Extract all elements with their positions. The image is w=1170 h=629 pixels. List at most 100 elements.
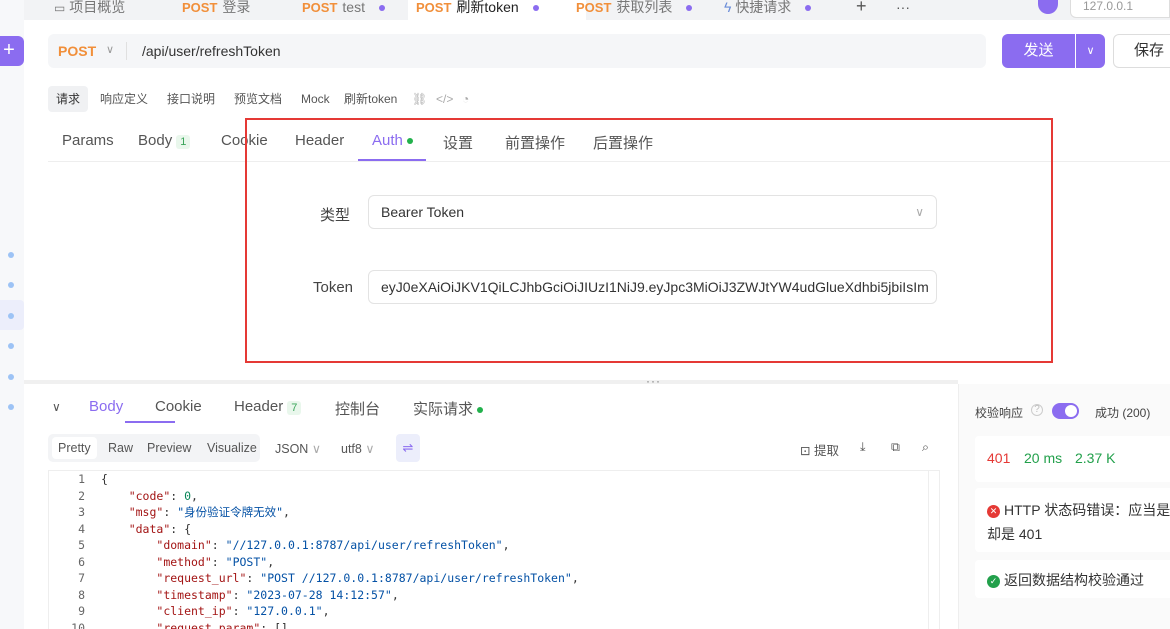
unsaved-dot: [378, 5, 385, 12]
request-tabs: Params Body 1 Cookie Header Auth 设置 前置操作 …: [48, 120, 1170, 162]
response-body-viewer[interactable]: 1 2 3 4 5 6 7 8 9 10 { "code": 0, "msg": "身份验证令牌无…: [48, 470, 940, 629]
encoding-value: utf8: [341, 442, 362, 456]
tab-login[interactable]: POST 登录: [182, 0, 294, 20]
tab-label: 刷新token: [456, 0, 519, 15]
method-select[interactable]: POST: [58, 43, 96, 59]
wrap-lines-button[interactable]: ⇌: [396, 434, 420, 462]
rail-dot[interactable]: [8, 404, 14, 410]
line-number: 9: [78, 604, 85, 618]
format-visualize[interactable]: Visualize: [207, 441, 257, 455]
drag-handle-icon[interactable]: ···: [646, 374, 661, 388]
rail-dot[interactable]: [8, 343, 14, 349]
validate-toggle[interactable]: [1052, 403, 1079, 419]
tab-test[interactable]: POST test: [302, 0, 414, 20]
tab-params[interactable]: Params: [62, 132, 114, 149]
tab-method: POST: [576, 0, 612, 15]
resp-tab-console[interactable]: 控制台: [335, 398, 380, 419]
encoding-select[interactable]: utf8 ∨: [341, 441, 375, 456]
subtab-preview-doc[interactable]: 预览文档: [234, 86, 282, 112]
more-tabs-button[interactable]: ···: [896, 0, 920, 20]
environment-selector[interactable]: 127.0.0.1: [1070, 0, 1170, 18]
line-number: 10: [71, 620, 85, 629]
tab-refresh-token[interactable]: POST 刷新token: [408, 0, 586, 20]
response-time: 20 ms: [1024, 450, 1063, 466]
format-pretty[interactable]: Pretty: [52, 437, 97, 459]
tab-method: POST: [416, 0, 452, 15]
language-select[interactable]: JSON ∨: [275, 441, 321, 456]
resp-tab-header[interactable]: Header 7: [234, 398, 302, 415]
panel-splitter[interactable]: [24, 380, 958, 384]
extract-button[interactable]: ⊡ 提取: [800, 440, 839, 459]
format-bar: Pretty Raw Preview Visualize JSON ∨ utf8…: [48, 434, 948, 462]
chevron-down-icon: ∨: [365, 442, 375, 456]
tab-header[interactable]: Header: [295, 132, 344, 149]
line-number: 7: [78, 571, 85, 585]
resp-tab-body[interactable]: Body: [89, 398, 123, 415]
send-options-chevron-icon[interactable]: ∨: [1076, 34, 1105, 68]
active-dot: [477, 407, 484, 414]
token-input[interactable]: eyJ0eXAiOiJKV1QiLCJhbGciOiJIUzI1NiJ9.eyJ…: [368, 270, 937, 304]
view-mode-group: Pretty Raw Preview Visualize: [48, 434, 260, 462]
download-icon[interactable]: ⤓: [860, 440, 866, 455]
url-bar: POST ∨ /api/user/refreshToken: [48, 34, 986, 68]
new-tab-button[interactable]: +: [856, 0, 872, 20]
active-tab-indicator: [358, 159, 426, 161]
save-button[interactable]: 保存: [1113, 34, 1170, 68]
expected-status-select[interactable]: 成功 (200): [1095, 404, 1150, 421]
status-error-card: ✕ HTTP 状态码错误：应当是 却是 401: [975, 488, 1170, 552]
lightning-icon: ϟ: [724, 0, 732, 15]
send-button[interactable]: 发送: [1002, 34, 1075, 68]
auth-type-select[interactable]: Bearer Token ∨: [368, 195, 937, 229]
response-size: 2.37 K: [1075, 450, 1116, 466]
rail-dot[interactable]: [8, 374, 14, 380]
line-number: 8: [78, 587, 85, 602]
subtab-request[interactable]: 请求: [48, 86, 89, 112]
code-line: "msg": "身份验证令牌无效",: [128, 505, 290, 519]
code-line: "client_ip": "127.0.0.1",: [156, 604, 330, 618]
tab-label: Header: [234, 398, 284, 415]
code-line: "code": 0,: [128, 488, 198, 503]
chevron-down-icon[interactable]: ∨: [106, 43, 114, 56]
code-line: "data": {: [128, 521, 192, 536]
tab-get-list[interactable]: POST 获取列表: [576, 0, 736, 20]
rail-dot[interactable]: [8, 313, 14, 319]
copy-icon[interactable]: ⧉: [891, 440, 900, 455]
tab-method: POST: [302, 0, 338, 15]
url-input[interactable]: /api/user/refreshToken: [142, 43, 281, 59]
resp-tab-cookie[interactable]: Cookie: [155, 398, 202, 415]
link-icon[interactable]: ⛓: [412, 92, 427, 106]
tab-quick-request[interactable]: ϟ 快捷请求: [724, 0, 844, 20]
code-line: "request_url": "POST //127.0.0.1:8787/ap…: [156, 571, 579, 585]
format-raw[interactable]: Raw: [108, 441, 133, 455]
tab-label: Auth: [372, 132, 403, 149]
vertical-scrollbar[interactable]: [928, 470, 940, 629]
tab-cookie[interactable]: Cookie: [221, 132, 268, 149]
new-plus-button[interactable]: +: [0, 36, 24, 66]
tab-settings[interactable]: 设置: [443, 132, 473, 153]
format-preview[interactable]: Preview: [147, 441, 191, 455]
search-icon[interactable]: ⌕: [922, 440, 929, 455]
tab-pre-ops[interactable]: 前置操作: [505, 132, 565, 153]
tab-overview[interactable]: ▭ 项目概览: [54, 0, 174, 20]
tab-auth[interactable]: Auth: [372, 132, 413, 149]
request-name: 刷新token: [344, 92, 398, 106]
tab-body[interactable]: Body 1: [138, 132, 191, 149]
rail-dot[interactable]: [8, 252, 14, 258]
subtab-response-def[interactable]: 响应定义: [100, 86, 148, 112]
help-icon[interactable]: ?: [1031, 404, 1043, 416]
count-badge: 1: [176, 135, 191, 149]
rail-dot[interactable]: [8, 282, 14, 288]
history-icon[interactable]: ◔: [462, 92, 469, 106]
tab-post-ops[interactable]: 后置操作: [593, 132, 653, 153]
code-icon[interactable]: </>: [436, 92, 453, 106]
subtab-mock[interactable]: Mock: [301, 86, 330, 112]
ok-text: 返回数据结构校验通过: [1004, 572, 1144, 588]
subtab-description[interactable]: 接口说明: [167, 86, 215, 112]
divider: [126, 42, 127, 60]
code-lines: { "code": 0, "msg": "身份验证令牌无效", "data": …: [101, 471, 579, 629]
resp-tab-actual-request[interactable]: 实际请求: [413, 398, 484, 419]
status-error-line1: ✕ HTTP 状态码错误：应当是: [987, 500, 1170, 520]
overview-icon: ▭: [54, 1, 66, 15]
left-rail: +: [0, 0, 24, 629]
tab-label: Body: [138, 132, 173, 149]
